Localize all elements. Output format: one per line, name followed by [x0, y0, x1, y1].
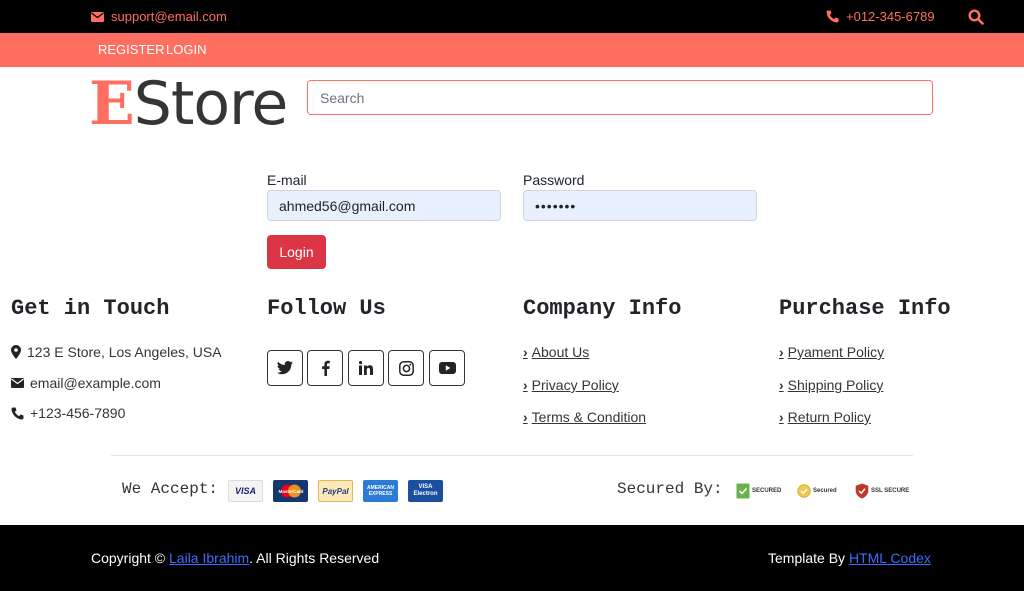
brand-logo-text: Store [133, 69, 289, 139]
ssl-secure-text: SSL SECURE [871, 488, 910, 494]
about-us-text: About Us [531, 344, 590, 360]
bottom-bar: Copyright © Laila Ibrahim. All Rights Re… [0, 525, 1024, 591]
mastercard-logo: MasterCard [278, 484, 303, 498]
shipping-policy-link[interactable]: › Shipping Policy [779, 377, 883, 393]
youtube-icon [438, 362, 456, 374]
get-in-touch-title: Get in Touch [11, 296, 170, 321]
comodo-secured-seal-icon: SECURED [736, 481, 781, 501]
twitter-icon [277, 361, 293, 375]
shipping-policy-text: Shipping Policy [787, 377, 884, 393]
chevron-right-icon: › [523, 409, 528, 425]
return-policy-text: Return Policy [787, 409, 871, 425]
contact-phone[interactable]: +123-456-7890 [11, 405, 125, 421]
contact-address: 123 E Store, Los Angeles, USA [11, 344, 222, 360]
mastercard-icon: MasterCard [273, 480, 308, 502]
support-email[interactable]: support@email.com [91, 9, 227, 24]
support-phone-text: +012-345-6789 [846, 9, 935, 24]
password-field[interactable] [523, 190, 757, 221]
brand-logo[interactable]: EStore [89, 69, 289, 139]
privacy-policy-text: Privacy Policy [531, 377, 619, 393]
support-email-text: support@email.com [111, 9, 227, 24]
email-field[interactable] [267, 190, 501, 221]
phone-icon [11, 407, 24, 419]
secured-badge-seal-icon: Secured [797, 481, 837, 501]
brand-logo-initial: E [89, 69, 135, 139]
copyright-suffix: . All Rights Reserved [249, 550, 380, 566]
visa-electron-icon: VISA Electron [408, 480, 443, 502]
chevron-right-icon: › [523, 377, 528, 393]
shield-check-icon [736, 483, 750, 499]
nav-register-link[interactable]: REGISTER [98, 42, 164, 57]
facebook-button[interactable] [307, 350, 343, 386]
copyright: Copyright © Laila Ibrahim. All Rights Re… [91, 550, 379, 566]
instagram-icon [398, 360, 414, 376]
chevron-right-icon: › [779, 344, 784, 360]
login-button[interactable]: Login [267, 235, 326, 269]
mastercard-text: MasterCard [278, 489, 303, 494]
contact-email[interactable]: email@example.com [11, 375, 161, 391]
privacy-policy-link[interactable]: › Privacy Policy [523, 377, 619, 393]
template-link[interactable]: HTML Codex [849, 550, 931, 566]
password-label: Password [523, 172, 585, 188]
header-search-button[interactable] [968, 9, 986, 27]
secured-badge-icon [797, 484, 811, 498]
youtube-button[interactable] [429, 350, 465, 386]
chevron-right-icon: › [779, 377, 784, 393]
map-marker-icon [11, 345, 21, 359]
return-policy-link[interactable]: › Return Policy [779, 409, 871, 425]
ssl-shield-icon [855, 483, 869, 499]
terms-condition-text: Terms & Condition [531, 409, 647, 425]
email-label: E-mail [267, 172, 307, 188]
footer-divider [111, 455, 913, 456]
payment-policy-text: Pyament Policy [787, 344, 885, 360]
company-info-title: Company Info [523, 296, 682, 321]
terms-condition-link[interactable]: › Terms & Condition [523, 409, 646, 425]
ssl-secure-seal-icon: SSL SECURE [855, 481, 909, 501]
we-accept-label: We Accept: [122, 480, 219, 498]
follow-us-title: Follow Us [267, 296, 386, 321]
contact-address-text: 123 E Store, Los Angeles, USA [27, 344, 222, 360]
linkedin-icon [359, 361, 373, 375]
payment-policy-link[interactable]: › Pyament Policy [779, 344, 884, 360]
envelope-icon [91, 11, 104, 22]
contact-email-text: email@example.com [30, 375, 161, 391]
search-icon [968, 9, 984, 25]
phone-icon [826, 10, 839, 23]
linkedin-button[interactable] [348, 350, 384, 386]
copyright-prefix: Copyright © [91, 550, 170, 566]
visa-card-icon: VISA [228, 480, 263, 502]
template-prefix: Template By [768, 550, 849, 566]
chevron-right-icon: › [779, 409, 784, 425]
instagram-button[interactable] [388, 350, 424, 386]
facebook-icon [321, 360, 330, 376]
paypal-icon: PayPal [318, 480, 353, 502]
support-phone[interactable]: +012-345-6789 [826, 9, 935, 24]
purchase-info-title: Purchase Info [779, 296, 951, 321]
twitter-button[interactable] [267, 350, 303, 386]
envelope-icon [11, 378, 24, 388]
comodo-secured-text: SECURED [752, 488, 782, 494]
secured-by-label: Secured By: [617, 480, 723, 498]
about-us-link[interactable]: › About Us [523, 344, 589, 360]
nav-bar: REGISTER LOGIN [0, 33, 1024, 67]
template-credit: Template By HTML Codex [768, 550, 931, 566]
secured-badge-text: Secured [813, 488, 837, 494]
chevron-right-icon: › [523, 344, 528, 360]
top-bar: support@email.com +012-345-6789 [0, 0, 1024, 33]
search-input[interactable] [307, 80, 933, 115]
author-link[interactable]: Laila Ibrahim [169, 550, 249, 566]
nav-login-link[interactable]: LOGIN [166, 42, 206, 57]
contact-phone-text: +123-456-7890 [30, 405, 126, 421]
american-express-icon: AMERICAN EXPRESS [363, 480, 398, 502]
